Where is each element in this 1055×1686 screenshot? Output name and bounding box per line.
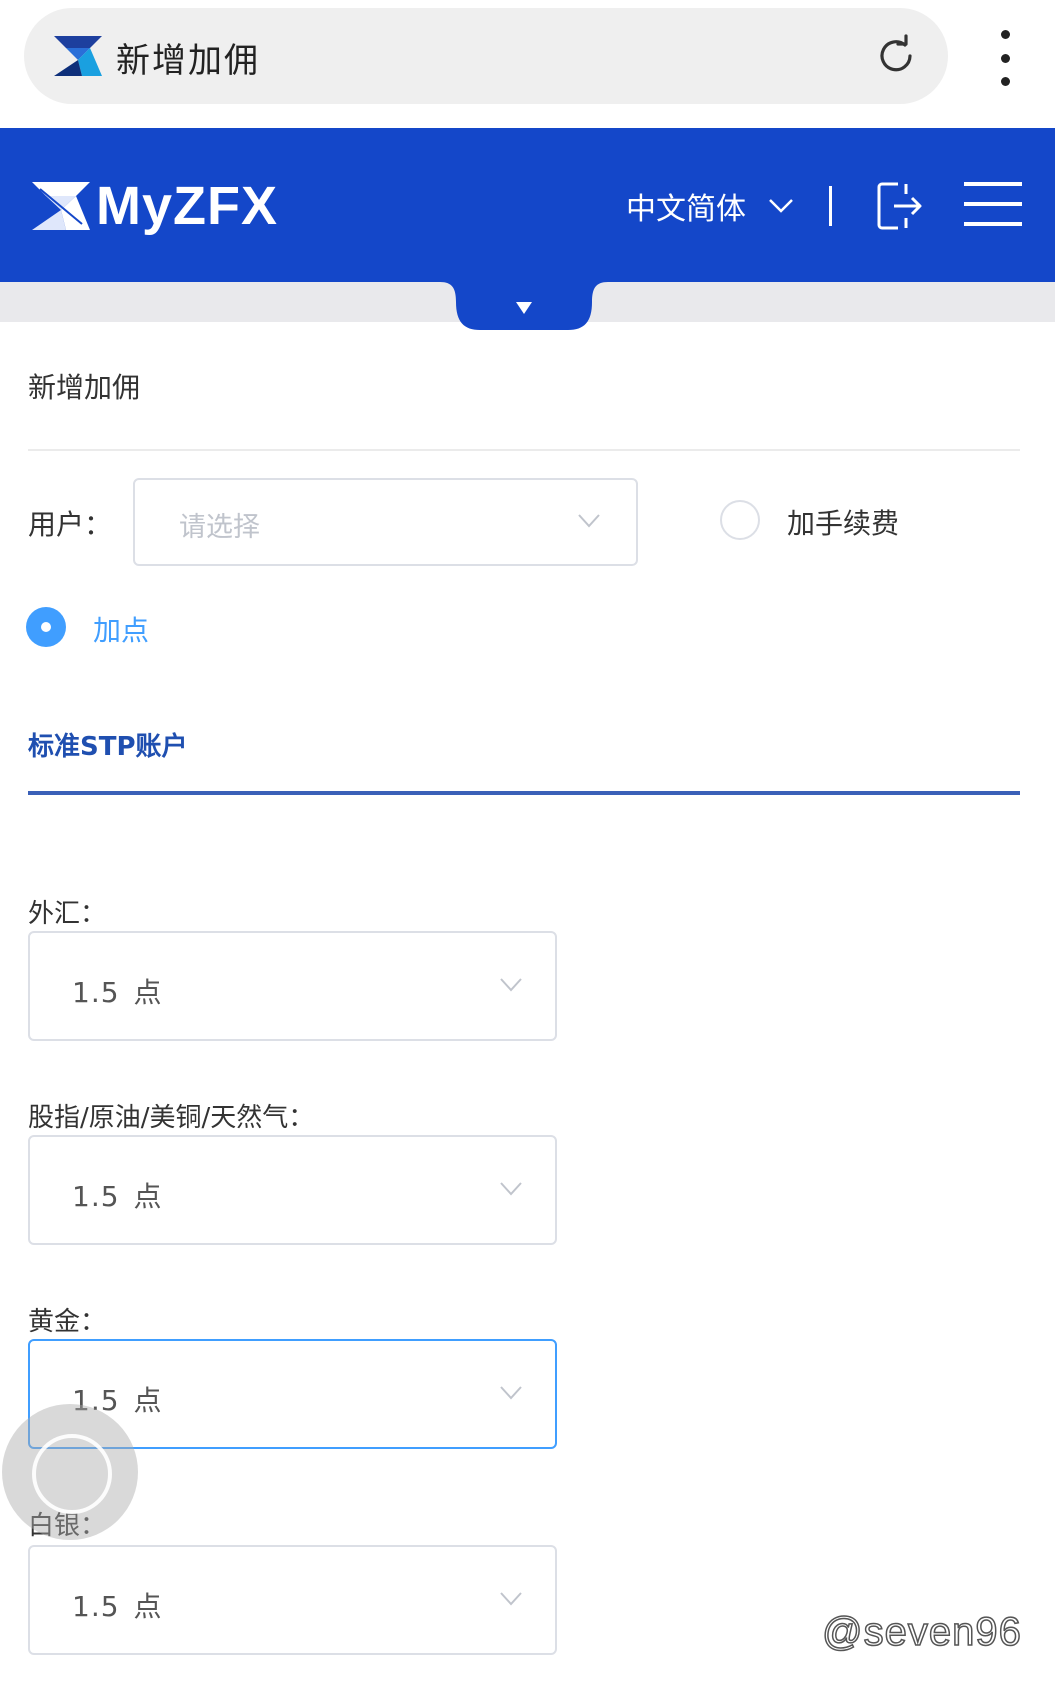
brand-logo[interactable]: MyZFX (30, 176, 278, 236)
site-favicon-icon (54, 36, 102, 76)
user-select-placeholder: 请选择 (179, 512, 260, 543)
chevron-down-icon (500, 1182, 522, 1196)
assistive-touch-button[interactable] (2, 1404, 138, 1540)
browser-bar: 新增加佣 (0, 0, 1055, 128)
chevron-down-icon (500, 978, 522, 992)
title-divider (28, 449, 1020, 451)
section-underline (28, 791, 1020, 795)
forex-unit: 点 (133, 976, 163, 1009)
language-label: 中文简体 (626, 192, 746, 227)
chevron-down-icon (578, 514, 600, 528)
radio-add-point[interactable] (26, 607, 66, 647)
chevron-down-icon (500, 1386, 522, 1400)
silver-unit: 点 (133, 1590, 163, 1623)
app-header: MyZFX 中文简体 (0, 128, 1055, 282)
field-label-forex: 外汇： (28, 899, 107, 929)
radio-add-fee-label[interactable]: 加手续费 (787, 502, 899, 542)
header-divider (829, 186, 832, 226)
radio-add-fee[interactable] (720, 500, 760, 540)
hamburger-menu-icon[interactable] (964, 180, 1022, 228)
gold-unit: 点 (133, 1384, 163, 1417)
watermark: @seven96 (821, 1609, 1022, 1655)
silver-select[interactable]: 1.5 点 (28, 1545, 557, 1655)
chevron-down-icon (769, 199, 793, 213)
reload-icon[interactable] (874, 34, 918, 78)
field-label-gold: 黄金： (28, 1307, 107, 1337)
index-select[interactable]: 1.5 点 (28, 1135, 557, 1245)
section-title: 标准STP账户 (28, 732, 188, 762)
index-unit: 点 (133, 1180, 163, 1213)
chevron-down-icon (500, 1592, 522, 1606)
collapse-toggle[interactable] (440, 282, 608, 330)
user-label: 用户： (28, 508, 113, 541)
user-select[interactable]: 请选择 (133, 478, 638, 566)
forex-value: 1.5 (72, 976, 120, 1009)
tab-title: 新增加佣 (116, 41, 260, 81)
forex-select[interactable]: 1.5 点 (28, 931, 557, 1041)
silver-value: 1.5 (72, 1590, 120, 1623)
kebab-menu-icon[interactable] (985, 30, 1025, 86)
field-label-index: 股指/原油/美铜/天然气： (28, 1103, 315, 1133)
page-title: 新增加佣 (28, 371, 141, 404)
language-select[interactable]: 中文简体 (626, 184, 794, 228)
logo-icon (32, 182, 90, 230)
address-bar[interactable]: 新增加佣 (24, 8, 948, 104)
brand-name: MyZFX (96, 176, 279, 236)
index-value: 1.5 (72, 1180, 120, 1213)
radio-add-point-label[interactable]: 加点 (93, 609, 149, 649)
logout-icon[interactable] (876, 180, 924, 232)
